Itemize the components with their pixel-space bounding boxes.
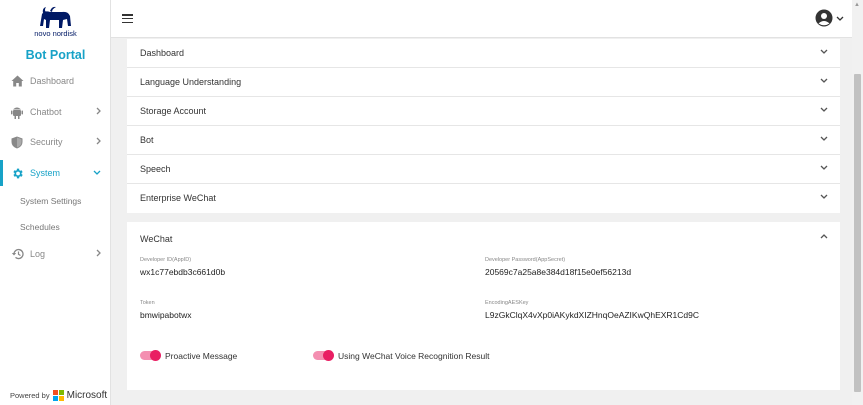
top-header xyxy=(111,0,852,38)
powered-by-text: Powered by xyxy=(10,391,50,400)
shield-icon xyxy=(10,135,24,149)
chevron-down-icon xyxy=(820,49,828,54)
app-secret-field[interactable]: 20569c7a25a8e384d18f15e0ef56213d xyxy=(485,267,631,277)
home-icon xyxy=(10,74,24,88)
aes-key-label: EncodingAESKey xyxy=(485,300,529,306)
sidebar-item-system[interactable]: System xyxy=(0,160,111,186)
vertical-scrollbar[interactable]: ▲ xyxy=(852,0,863,405)
microsoft-logo-icon xyxy=(52,390,64,401)
settings-panel-group: Dashboard Language Understanding Storage… xyxy=(127,39,840,213)
chevron-down-icon xyxy=(820,165,828,170)
app-id-field[interactable]: wx1c77ebdb3c661d0b xyxy=(140,267,225,277)
chevron-down-icon xyxy=(820,136,828,141)
hamburger-icon[interactable] xyxy=(122,14,133,23)
chevron-down-icon xyxy=(93,168,101,177)
sidebar-item-security[interactable]: Security xyxy=(0,129,111,155)
account-circle-icon xyxy=(815,9,833,27)
android-icon xyxy=(10,105,24,119)
sidebar-item-label: Security xyxy=(30,137,63,147)
panel-title: WeChat xyxy=(140,234,173,244)
gear-icon xyxy=(10,166,24,180)
chevron-down-icon xyxy=(836,16,844,21)
panel-title: Dashboard xyxy=(140,48,185,58)
voice-recognition-toggle[interactable] xyxy=(313,350,334,361)
chevron-right-icon xyxy=(96,137,101,147)
user-menu[interactable] xyxy=(815,9,844,27)
sidebar-item-dashboard[interactable]: Dashboard xyxy=(0,68,111,94)
panel-title: Language Understanding xyxy=(140,77,242,87)
sidebar-subitem-schedules[interactable]: Schedules xyxy=(20,222,60,232)
panel-speech[interactable]: Speech xyxy=(127,155,840,184)
sidebar-item-log[interactable]: Log xyxy=(0,241,111,267)
portal-title: Bot Portal xyxy=(25,48,86,62)
chevron-up-icon[interactable] xyxy=(820,234,828,239)
app-secret-label: Developer Password(AppSecret) xyxy=(485,257,566,263)
chevron-down-icon xyxy=(820,78,828,83)
panel-title: Enterprise WeChat xyxy=(140,193,216,203)
history-icon xyxy=(10,247,24,261)
sidebar-item-label: System xyxy=(30,168,61,178)
token-label: Token xyxy=(140,300,155,306)
panel-dashboard[interactable]: Dashboard xyxy=(127,39,840,68)
panel-wechat: WeChat Developer ID(AppID) wx1c77ebdb3c6… xyxy=(127,222,840,390)
proactive-message-toggle[interactable] xyxy=(140,350,161,361)
proactive-message-label: Proactive Message xyxy=(165,351,238,361)
sidebar-item-label: Dashboard xyxy=(30,76,75,86)
powered-by-footer: Powered by Microsoft xyxy=(10,390,107,401)
sidebar: novo nordisk Bot Portal Dashboard Chatbo… xyxy=(0,0,111,405)
sidebar-item-chatbot[interactable]: Chatbot xyxy=(0,99,111,125)
voice-recognition-label: Using WeChat Voice Recognition Result xyxy=(338,351,490,361)
panel-bot[interactable]: Bot xyxy=(127,126,840,155)
token-field[interactable]: bmwipabotwx xyxy=(140,310,192,320)
sidebar-item-label: Chatbot xyxy=(30,107,62,117)
panel-title: Bot xyxy=(140,135,154,145)
panel-enterprise-wechat[interactable]: Enterprise WeChat xyxy=(127,184,840,213)
logo-text: novo nordisk xyxy=(34,29,77,38)
app-id-label: Developer ID(AppID) xyxy=(140,257,192,263)
panel-title: Storage Account xyxy=(140,106,207,116)
sidebar-subitem-system-settings[interactable]: System Settings xyxy=(20,196,81,206)
sidebar-item-label: Log xyxy=(30,249,46,259)
chevron-down-icon xyxy=(820,107,828,112)
microsoft-text: Microsoft xyxy=(66,390,108,401)
chevron-right-icon xyxy=(96,249,101,259)
panel-language-understanding[interactable]: Language Understanding xyxy=(127,68,840,97)
scroll-up-arrow-icon[interactable]: ▲ xyxy=(854,2,860,8)
chevron-right-icon xyxy=(96,107,101,117)
panel-storage-account[interactable]: Storage Account xyxy=(127,97,840,126)
panel-title: Speech xyxy=(140,164,171,174)
aes-key-field[interactable]: L9zGkClqX4vXp0iAKykdXIZHnqOeAZIKwQhEXR1C… xyxy=(485,310,699,320)
scrollbar-thumb[interactable] xyxy=(854,74,861,392)
chevron-down-icon xyxy=(820,194,828,199)
